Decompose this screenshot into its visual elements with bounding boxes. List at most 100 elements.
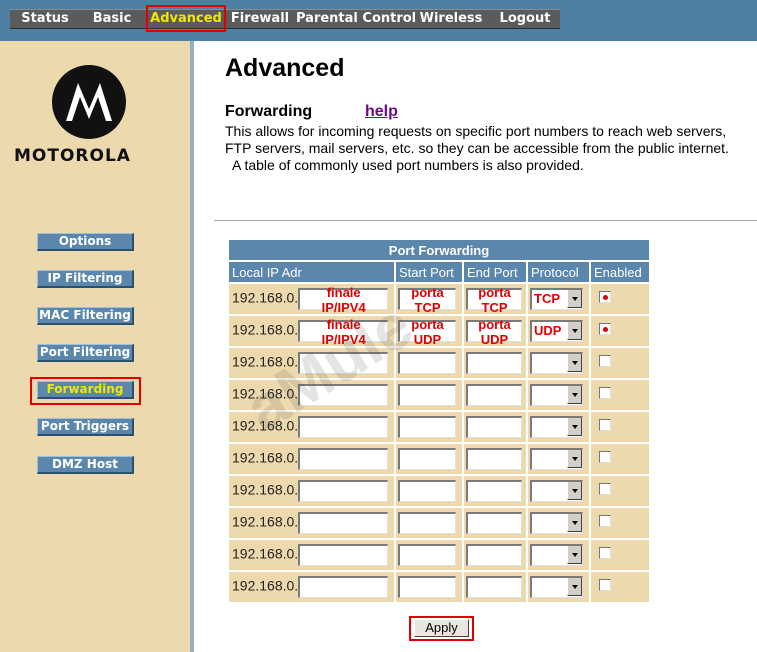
ip-suffix-input[interactable]: finale IP/IPV4 — [298, 285, 389, 315]
end-port-input[interactable] — [466, 416, 522, 438]
chevron-down-icon[interactable] — [567, 578, 582, 596]
start-port-input[interactable] — [398, 384, 456, 406]
column-header-protocol: Protocol — [528, 262, 589, 282]
chevron-down-icon[interactable] — [567, 514, 582, 532]
enabled-checkbox[interactable] — [599, 579, 611, 591]
ip-suffix-input[interactable] — [298, 544, 389, 566]
ip-suffix-input[interactable]: finale IP/IPV4 — [298, 317, 389, 347]
ip-suffix-input[interactable] — [298, 416, 389, 438]
nav-wireless[interactable]: Wireless — [416, 9, 486, 29]
sidebar-item-mac-filtering[interactable]: MAC Filtering — [37, 307, 134, 325]
enabled-checkbox[interactable] — [599, 483, 611, 495]
end-port-input[interactable]: porta UDP — [466, 317, 522, 347]
start-port-cell — [396, 348, 462, 378]
end-port-note: porta TCP — [478, 285, 511, 315]
start-port-cell — [396, 412, 462, 442]
nav-status[interactable]: Status — [14, 9, 76, 29]
forwarding-highlight-box — [30, 377, 141, 405]
end-port-input[interactable] — [466, 576, 522, 598]
ip-suffix-input[interactable] — [298, 480, 389, 502]
chevron-down-icon[interactable] — [567, 418, 582, 436]
start-port-input[interactable]: porta UDP — [398, 317, 456, 347]
start-port-input[interactable] — [398, 448, 456, 470]
chevron-down-icon[interactable] — [567, 450, 582, 468]
end-port-cell — [464, 476, 526, 506]
table-row: 192.168.0. finale IP/IPV4 porta TCP porta T… — [229, 284, 649, 315]
protocol-select[interactable] — [530, 480, 583, 502]
description-line-3: A table of commonly used port numbers is… — [225, 157, 584, 173]
ip-suffix-input[interactable] — [298, 512, 389, 534]
sidebar-item-options[interactable]: Options — [37, 233, 134, 251]
protocol-select[interactable] — [530, 416, 583, 438]
enabled-checkbox[interactable] — [599, 387, 611, 399]
enabled-checkbox[interactable] — [599, 291, 611, 303]
chevron-down-icon[interactable] — [567, 354, 582, 372]
start-port-cell — [396, 572, 462, 602]
sidebar-item-dmz-host[interactable]: DMZ Host — [37, 456, 134, 474]
chevron-down-icon[interactable] — [567, 322, 582, 340]
enabled-checkbox[interactable] — [599, 547, 611, 559]
sidebar-item-port-filtering[interactable]: Port Filtering — [37, 344, 134, 362]
chevron-down-icon[interactable] — [567, 546, 582, 564]
ip-prefix: 192.168.0. — [232, 449, 299, 466]
nav-logout[interactable]: Logout — [492, 9, 558, 29]
end-port-input[interactable] — [466, 480, 522, 502]
end-port-input[interactable] — [466, 544, 522, 566]
enabled-checkbox[interactable] — [599, 323, 611, 335]
start-port-input[interactable] — [398, 544, 456, 566]
ip-prefix: 192.168.0. — [232, 353, 299, 370]
nav-basic[interactable]: Basic — [82, 9, 142, 29]
ip-suffix-input[interactable] — [298, 448, 389, 470]
start-port-input[interactable] — [398, 480, 456, 502]
protocol-select[interactable] — [530, 512, 583, 534]
nav-parental-control[interactable]: Parental Control — [296, 9, 416, 29]
start-port-cell — [396, 540, 462, 570]
start-port-input[interactable] — [398, 416, 456, 438]
enabled-checkbox[interactable] — [599, 451, 611, 463]
table-row: 192.168.0. — [229, 476, 649, 506]
table-caption: Port Forwarding — [229, 240, 649, 260]
enabled-cell — [591, 444, 649, 474]
ip-suffix-input[interactable] — [298, 352, 389, 374]
help-link[interactable]: help — [365, 103, 398, 121]
protocol-select[interactable] — [530, 448, 583, 470]
chevron-down-icon[interactable] — [567, 482, 582, 500]
page-title: Advanced — [225, 54, 345, 82]
protocol-select[interactable] — [530, 352, 583, 374]
start-port-input[interactable] — [398, 352, 456, 374]
protocol-select[interactable]: TCP — [530, 288, 583, 310]
ip-prefix: 192.168.0. — [232, 481, 299, 498]
table-row: 192.168.0. — [229, 444, 649, 474]
end-port-input[interactable] — [466, 352, 522, 374]
apply-button[interactable]: Apply — [414, 619, 469, 637]
ip-suffix-input[interactable] — [298, 576, 389, 598]
chevron-down-icon[interactable] — [567, 386, 582, 404]
protocol-select[interactable]: UDP — [530, 320, 583, 342]
column-header-end-port: End Port — [464, 262, 526, 282]
end-port-input[interactable] — [466, 384, 522, 406]
ip-cell: 192.168.0. — [229, 540, 394, 570]
nav-firewall[interactable]: Firewall — [228, 9, 292, 29]
enabled-cell — [591, 508, 649, 538]
protocol-select[interactable] — [530, 576, 583, 598]
ip-cell: 192.168.0. finale IP/IPV4 — [229, 316, 394, 347]
enabled-checkbox[interactable] — [599, 515, 611, 527]
enabled-checkbox[interactable] — [599, 355, 611, 367]
end-port-input[interactable]: porta TCP — [466, 285, 522, 315]
ip-cell: 192.168.0. — [229, 572, 394, 602]
end-port-input[interactable] — [466, 512, 522, 534]
protocol-select[interactable] — [530, 384, 583, 406]
sidebar-item-port-triggers[interactable]: Port Triggers — [37, 418, 134, 436]
chevron-down-icon[interactable] — [567, 290, 582, 308]
ip-prefix: 192.168.0. — [232, 513, 299, 530]
sidebar-item-ip-filtering[interactable]: IP Filtering — [37, 270, 134, 288]
start-port-input[interactable]: porta TCP — [398, 285, 456, 315]
ip-suffix-input[interactable] — [298, 384, 389, 406]
start-port-input[interactable] — [398, 512, 456, 534]
protocol-select[interactable] — [530, 544, 583, 566]
start-port-input[interactable] — [398, 576, 456, 598]
enabled-checkbox[interactable] — [599, 419, 611, 431]
end-port-input[interactable] — [466, 448, 522, 470]
description-line-1: This allows for incoming requests on spe… — [225, 123, 727, 139]
protocol-value: UDP — [534, 323, 562, 338]
